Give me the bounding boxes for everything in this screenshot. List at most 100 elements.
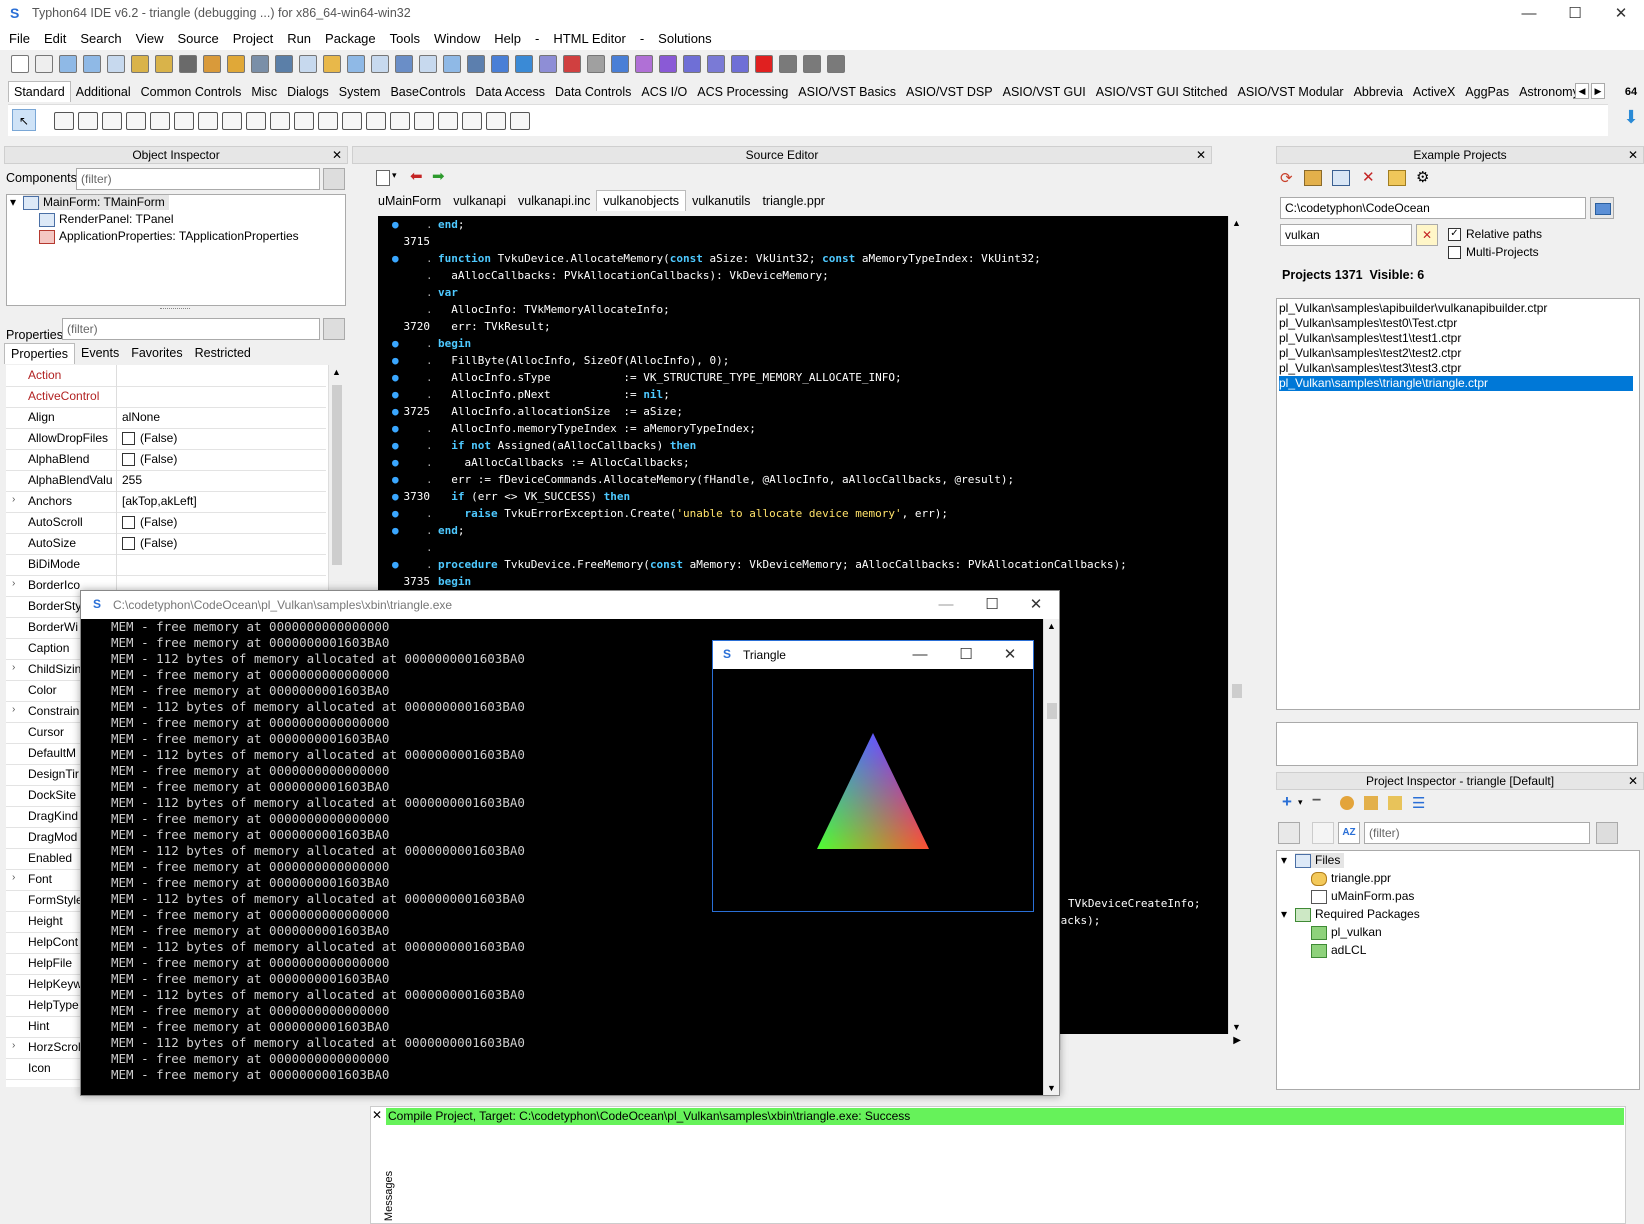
property-value[interactable]: (False)	[122, 428, 177, 449]
toolbar-button-icon[interactable]	[35, 55, 53, 73]
expand-arrow-icon[interactable]: ›	[12, 704, 15, 715]
options-icon[interactable]	[1340, 796, 1354, 810]
toolbar-button-icon[interactable]	[59, 55, 77, 73]
package-pl-vulkan[interactable]: pl_vulkan	[1311, 925, 1382, 940]
property-row[interactable]: AlphaBlend (False)	[6, 449, 326, 471]
expand-arrow-icon[interactable]: ›	[12, 662, 15, 673]
properties-filter-button[interactable]	[323, 318, 345, 340]
palette-component-icon[interactable]	[366, 112, 386, 130]
expand-arrow-icon[interactable]: ›	[12, 872, 15, 883]
breakpoint-marker-icon[interactable]: ●	[392, 369, 399, 386]
code-line[interactable]: 3735 begin	[378, 573, 1228, 590]
toolbar-button-icon[interactable]	[155, 55, 173, 73]
example-project-item[interactable]: pl_Vulkan\samples\test1\test1.ctpr	[1279, 331, 1633, 346]
code-line[interactable]: AllocInfo: TVkMemoryAllocateInfo;.	[378, 301, 1228, 318]
inspector-tab[interactable]: Favorites	[125, 343, 188, 363]
palette-component-icon[interactable]	[246, 112, 266, 130]
breakpoint-marker-icon[interactable]: ●	[392, 352, 399, 369]
property-row[interactable]: Action	[6, 365, 326, 387]
menu-item[interactable]: View	[129, 28, 171, 50]
breakpoint-marker-icon[interactable]: ●	[392, 471, 399, 488]
palette-component-icon[interactable]	[438, 112, 458, 130]
toolbar-button-icon[interactable]	[731, 55, 749, 73]
project-tree-icon[interactable]	[1312, 822, 1334, 844]
property-row[interactable]: › Anchors [akTop,akLeft]	[6, 491, 326, 513]
palette-tab[interactable]: Common Controls	[136, 82, 247, 102]
triangle-maximize-button[interactable]: ☐	[943, 641, 989, 669]
breakpoint-marker-icon[interactable]: ●	[392, 454, 399, 471]
toolbar-button-icon[interactable]	[827, 55, 845, 73]
toolbar-button-icon[interactable]	[491, 55, 509, 73]
menu-item[interactable]: Solutions	[651, 28, 718, 50]
palette-tab[interactable]: Dialogs	[282, 82, 334, 102]
source-tab[interactable]: vulkanobjects	[596, 190, 687, 211]
required-packages-node[interactable]: Required Packages	[1295, 907, 1420, 922]
breakpoint-marker-icon[interactable]: ●	[392, 556, 399, 573]
example-project-item[interactable]: pl_Vulkan\samples\apibuilder\vulkanapibu…	[1279, 301, 1633, 316]
tree-node-mainform[interactable]: MainForm: TMainForm	[23, 195, 169, 210]
inspector-tab[interactable]: Properties	[4, 342, 75, 364]
toolbar-button-icon[interactable]	[251, 55, 269, 73]
palette-tab[interactable]: ASIO/VST Basics	[793, 82, 901, 102]
palette-tab[interactable]: ASIO/VST Modular	[1233, 82, 1349, 102]
files-expand-icon[interactable]: ▾	[1281, 853, 1287, 867]
toolbar-button-icon[interactable]	[515, 55, 533, 73]
palette-tab[interactable]: System	[334, 82, 386, 102]
code-line[interactable]: ● AllocInfo.pNext := nil;.	[378, 386, 1228, 403]
toolbar-button-icon[interactable]	[683, 55, 701, 73]
toolbar-button-icon[interactable]	[107, 55, 125, 73]
code-line[interactable]: ● function TvkuDevice.AllocateMemory(cons…	[378, 250, 1228, 267]
code-line[interactable]: 3720 err: TVkResult;	[378, 318, 1228, 335]
code-line[interactable]: ● aAllocCallbacks := AllocCallbacks;.	[378, 454, 1228, 471]
breakpoint-marker-icon[interactable]: ●	[392, 216, 399, 233]
console-minimize-button[interactable]: —	[923, 591, 969, 619]
code-line[interactable]: ● end;.	[378, 522, 1228, 539]
menu-item[interactable]: HTML Editor	[546, 28, 632, 50]
code-vertical-scrollbar[interactable]: ▲ ▼	[1228, 216, 1244, 1034]
console-maximize-button[interactable]: ☐	[969, 591, 1015, 619]
menu-item[interactable]: Edit	[37, 28, 73, 50]
toolbar-button-icon[interactable]	[323, 55, 341, 73]
toolbar-button-icon[interactable]	[83, 55, 101, 73]
components-filter-button[interactable]	[323, 168, 345, 190]
remove-icon[interactable]: −	[1312, 792, 1321, 810]
property-row[interactable]: AlphaBlendValu 255	[6, 470, 326, 492]
inspector-tab[interactable]: Restricted	[189, 343, 257, 363]
menu-item[interactable]: Project	[226, 28, 280, 50]
examples-path-input[interactable]: C:\codetyphon\CodeOcean	[1280, 197, 1586, 219]
palette-tab[interactable]: ASIO/VST GUI Stitched	[1091, 82, 1233, 102]
toolbar-button-icon[interactable]	[467, 55, 485, 73]
code-line[interactable]: ● if not Assigned(aAllocCallbacks) then.	[378, 437, 1228, 454]
palette-component-icon[interactable]	[222, 112, 242, 130]
breakpoint-marker-icon[interactable]: ●	[392, 522, 399, 539]
property-grid-scroll-thumb[interactable]	[332, 385, 342, 565]
palette-tab[interactable]: Data Controls	[550, 82, 636, 102]
code-line[interactable]: ● procedure TvkuDevice.FreeMemory(const a…	[378, 556, 1228, 573]
menu-item[interactable]: Package	[318, 28, 383, 50]
palette-component-icon[interactable]	[462, 112, 482, 130]
project-filter-button[interactable]	[1596, 822, 1618, 844]
menu-item[interactable]: -	[528, 28, 546, 50]
files-node[interactable]: Files	[1295, 853, 1345, 868]
messages-close-icon[interactable]: ✕	[372, 1108, 382, 1122]
message-success-line[interactable]: Compile Project, Target: C:\codetyphon\C…	[386, 1108, 1624, 1125]
palette-component-icon[interactable]	[78, 112, 98, 130]
open-project-icon[interactable]	[1304, 170, 1322, 186]
toolbar-button-icon[interactable]	[563, 55, 581, 73]
inspector-tab[interactable]: Events	[75, 343, 125, 363]
breakpoint-marker-icon[interactable]: ●	[392, 386, 399, 403]
property-value[interactable]: (False)	[122, 449, 177, 470]
palette-component-icon[interactable]	[414, 112, 434, 130]
delete-project-icon[interactable]: ✕	[1362, 168, 1375, 186]
palette-component-icon[interactable]	[486, 112, 506, 130]
toolbar-button-icon[interactable]	[395, 55, 413, 73]
code-line[interactable]: ● end;.	[378, 216, 1228, 233]
copy-project-icon[interactable]	[1332, 170, 1350, 186]
palette-component-icon[interactable]	[102, 112, 122, 130]
maximize-button[interactable]: ☐	[1552, 0, 1598, 28]
source-tab[interactable]: uMainForm	[372, 191, 447, 211]
source-tab[interactable]: vulkanutils	[686, 191, 756, 211]
pointer-tool-icon[interactable]: ↖	[12, 109, 36, 131]
back-arrow-icon[interactable]: ⬅	[410, 167, 423, 185]
code-line[interactable]: ● FillByte(AllocInfo, SizeOf(AllocInfo),…	[378, 352, 1228, 369]
